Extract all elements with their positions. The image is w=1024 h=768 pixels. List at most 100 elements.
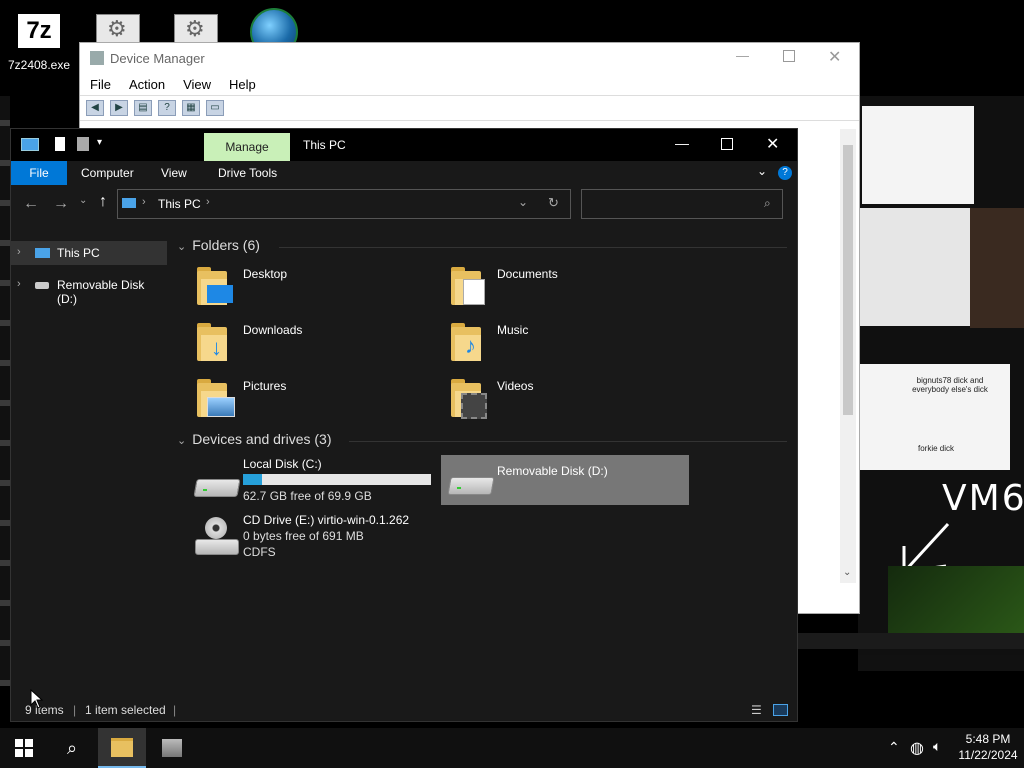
cd-drive-icon [195, 517, 239, 559]
help-icon[interactable]: ? [778, 166, 792, 180]
properties-qa-icon[interactable] [55, 137, 65, 151]
7zip-icon: 7z [18, 14, 60, 48]
recent-dropdown-icon[interactable]: ⌄ [79, 195, 87, 206]
documents-folder-icon [451, 267, 485, 305]
this-pc-icon [35, 248, 50, 258]
folder-music[interactable]: ♪ Music [451, 323, 671, 367]
drive-removable-disk-d[interactable]: Removable Disk (D:) [441, 455, 689, 505]
scroll-down-icon[interactable]: ⌄ [843, 567, 851, 578]
folder-desktop[interactable]: Desktop [197, 267, 417, 311]
device-manager-icon [162, 739, 182, 757]
windows-icon [15, 739, 33, 757]
file-explorer-window[interactable]: ▾ Manage This PC — ✕ File Computer View … [10, 128, 798, 722]
mouse-cursor [30, 689, 44, 709]
monitor-icon[interactable]: ▭ [206, 100, 224, 116]
tab-file[interactable]: File [11, 161, 67, 185]
status-bar: 9 items | 1 item selected | ☰ [11, 699, 797, 721]
details-view-icon[interactable]: ☰ [751, 703, 762, 717]
device-manager-scrollbar[interactable]: ⌄ [840, 129, 856, 583]
back-arrow-icon[interactable]: ← [23, 195, 39, 213]
up-arrow-icon[interactable]: ↑ [99, 193, 107, 211]
nav-item-removable-disk[interactable]: › Removable Disk (D:) [11, 273, 167, 306]
menu-file[interactable]: File [90, 77, 111, 92]
menu-action[interactable]: Action [129, 77, 165, 92]
scroll-thumb[interactable] [843, 145, 853, 415]
network-icon[interactable]: ◍ [910, 738, 924, 758]
chevron-right-icon[interactable]: › [17, 246, 21, 258]
device-manager-menubar: File Action View Help [80, 73, 859, 95]
folder-label: Pictures [243, 379, 287, 393]
doodle-image-1 [862, 106, 974, 204]
explorer-ribbon: File Computer View Drive Tools ⌄ ? [11, 161, 797, 185]
menu-view[interactable]: View [183, 77, 211, 92]
qa-dropdown-icon[interactable]: ▾ [97, 137, 102, 148]
explorer-title: This PC [303, 138, 346, 152]
breadcrumb[interactable]: This PC [158, 197, 201, 211]
refresh-icon[interactable]: ↻ [548, 195, 559, 211]
device-manager-titlebar[interactable]: Device Manager — ✕ [80, 43, 859, 73]
folder-label: Music [497, 323, 529, 337]
taskbar-file-explorer[interactable] [98, 728, 146, 768]
back-icon[interactable]: ◀ [86, 100, 104, 116]
close-button[interactable]: ✕ [828, 47, 841, 67]
minimize-button[interactable]: — [675, 135, 689, 151]
folder-label: Downloads [243, 323, 303, 337]
nav-item-this-pc[interactable]: › This PC [11, 241, 167, 265]
folder-label: Videos [497, 379, 534, 393]
tab-computer[interactable]: Computer [81, 166, 134, 180]
minimize-button[interactable]: — [736, 48, 749, 63]
large-icons-view-icon[interactable] [773, 704, 788, 716]
forward-arrow-icon[interactable]: → [53, 195, 69, 213]
device-manager-toolbar: ◀ ▶ ▤ ? ▦ ▭ [80, 95, 859, 121]
newfolder-qa-icon[interactable] [77, 137, 89, 151]
drive-cd-e[interactable]: CD Drive (E:) virtio-win-0.1.262 0 bytes… [191, 513, 451, 563]
desktop-icon-7zip[interactable]: 7z 7z2408.exe [6, 14, 72, 72]
videos-folder-icon [451, 379, 487, 419]
drive-name: CD Drive (E:) virtio-win-0.1.262 [243, 513, 410, 527]
properties-icon[interactable]: ▤ [134, 100, 152, 116]
maximize-button[interactable] [783, 50, 795, 62]
close-button[interactable]: ✕ [766, 134, 779, 154]
show-hidden-icons-icon[interactable]: ⌃ [888, 739, 900, 756]
downloads-folder-icon: ↓ [197, 323, 227, 361]
help-icon[interactable]: ? [158, 100, 176, 116]
address-bar[interactable]: › This PC › ⌄ ↻ [117, 189, 571, 219]
clock-date: 11/22/2024 [958, 748, 1018, 762]
drive-local-disk-c[interactable]: Local Disk (C:) 62.7 GB free of 69.9 GB [191, 457, 431, 507]
search-input[interactable]: ⌕ [581, 189, 783, 219]
ribbon-expand-icon[interactable]: ⌄ [757, 164, 767, 178]
drive-name: Local Disk (C:) [243, 457, 322, 471]
drives-header[interactable]: ⌄ Devices and drives (3) [177, 431, 332, 447]
start-button[interactable] [0, 728, 48, 768]
desktop-folder-icon [197, 267, 233, 305]
folder-downloads[interactable]: ↓ Downloads [197, 323, 417, 367]
background-collage: bignuts78 dick and everybody else's dick… [858, 96, 1024, 656]
desktop-icon-strip [0, 96, 10, 686]
folder-documents[interactable]: Documents [451, 267, 671, 311]
drive-icon [35, 282, 49, 289]
chevron-right-icon[interactable]: › [17, 278, 21, 290]
doodle-image-2 [858, 208, 970, 326]
folder-pictures[interactable]: Pictures [197, 379, 417, 423]
folders-header[interactable]: ⌄ Folders (6) [177, 237, 260, 253]
view-icon[interactable]: ▦ [182, 100, 200, 116]
tab-drive-tools[interactable]: Drive Tools [218, 166, 277, 180]
menu-help[interactable]: Help [229, 77, 256, 92]
explorer-titlebar[interactable]: ▾ Manage This PC — ✕ [11, 129, 797, 161]
tab-manage[interactable]: Manage [204, 133, 290, 161]
taskbar-device-manager[interactable] [148, 728, 196, 768]
forward-icon[interactable]: ▶ [110, 100, 128, 116]
navigation-pane: › This PC › Removable Disk (D:) [11, 241, 167, 699]
maximize-button[interactable] [721, 138, 733, 150]
folder-videos[interactable]: Videos [451, 379, 671, 423]
nav-item-label: Removable Disk (D:) [57, 278, 145, 306]
clock[interactable]: 5:48 PM 11/22/2024 [952, 732, 1024, 762]
drives-divider [349, 441, 787, 442]
address-dropdown-icon[interactable]: ⌄ [518, 195, 528, 209]
volume-muted-icon[interactable]: 🔈︎ [933, 738, 941, 755]
search-button[interactable]: ⌕ [48, 728, 96, 768]
tab-view[interactable]: View [161, 166, 187, 180]
this-pc-icon [122, 198, 136, 208]
desktop-icon-label: 7z2408.exe [7, 58, 71, 72]
search-icon: ⌕ [764, 196, 771, 210]
